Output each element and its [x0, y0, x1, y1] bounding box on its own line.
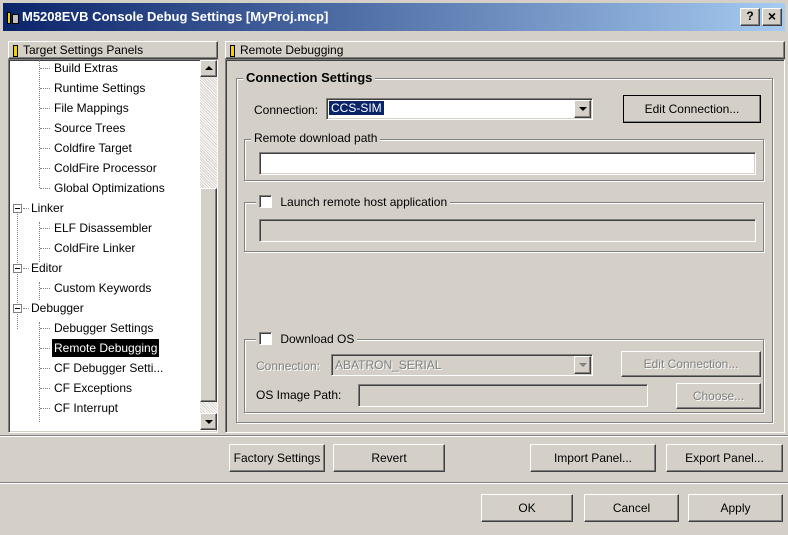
help-icon: ?	[746, 9, 754, 23]
tree-item[interactable]: File Mappings	[9, 98, 197, 118]
launch-remote-check[interactable]	[259, 195, 272, 209]
tree-item[interactable]: Build Extras	[9, 60, 197, 78]
tree-item[interactable]: CF Interrupt	[9, 398, 197, 418]
chevron-down-icon	[205, 420, 213, 424]
window-title: M5208EVB Console Debug Settings [MyProj.…	[22, 9, 329, 24]
download-os-label: Download OS	[280, 331, 355, 346]
left-panel-header: Target Settings Panels	[8, 41, 218, 59]
tree-item[interactable]: Editor	[9, 258, 197, 278]
collapse-icon[interactable]	[13, 204, 22, 213]
left-panel-title: Target Settings Panels	[23, 43, 144, 57]
tree-item-label: ELF Disassembler	[54, 221, 153, 235]
tree-item[interactable]: Debugger Settings	[9, 318, 197, 338]
tree-item[interactable]: Custom Keywords	[9, 278, 197, 298]
panel-header-icon	[230, 45, 235, 57]
chevron-down-icon	[579, 107, 587, 111]
edit-connection-button[interactable]: Edit Connection...	[623, 95, 761, 123]
panel-header-icon	[13, 45, 18, 57]
right-panel-header: Remote Debugging	[225, 41, 785, 59]
tree-item[interactable]: ColdFire Linker	[9, 238, 197, 258]
tree-item-label: ColdFire Linker	[54, 241, 136, 255]
tree-item[interactable]: ELF Disassembler	[9, 218, 197, 238]
settings-tree[interactable]: Build Extras Runtime Settings File Mapping…	[8, 59, 218, 433]
tree-item-label: CF Interrupt	[54, 401, 119, 415]
tree-item-label: Linker	[31, 201, 64, 215]
scroll-thumb[interactable]	[200, 188, 217, 402]
tree-item[interactable]: Remote Debugging	[9, 338, 197, 358]
download-os-check[interactable]	[259, 332, 272, 346]
tree-item-label: ColdFire Processor	[54, 161, 157, 175]
tree-item-label: File Mappings	[54, 101, 129, 115]
cancel-button[interactable]: Cancel	[584, 494, 679, 522]
ok-button[interactable]: OK	[481, 494, 573, 522]
tree-item-label: Editor	[31, 261, 63, 275]
tree-item[interactable]: Runtime Settings	[9, 78, 197, 98]
os-connection-dropdown-button	[574, 356, 591, 374]
os-connection-select: ABATRON_SERIAL	[331, 354, 593, 376]
os-connection-value: ABATRON_SERIAL	[335, 358, 442, 372]
tree-item-label: Custom Keywords	[54, 281, 152, 295]
scroll-up-button[interactable]	[200, 60, 217, 77]
scroll-down-button[interactable]	[200, 413, 217, 430]
choose-button: Choose...	[676, 383, 761, 409]
chevron-down-icon	[579, 363, 587, 367]
os-edit-connection-button: Edit Connection...	[621, 351, 761, 377]
separator	[0, 435, 788, 437]
remote-download-path-input[interactable]	[259, 152, 756, 175]
app-icon	[7, 10, 19, 24]
tree-item[interactable]: Global Optimizations	[9, 178, 197, 198]
tree-item-label: Build Extras	[54, 61, 119, 75]
revert-button[interactable]: Revert	[333, 444, 445, 472]
tree-scrollbar[interactable]	[200, 60, 217, 430]
tree-item-label: Debugger Settings	[54, 321, 154, 335]
connection-settings-title: Connection Settings	[243, 70, 376, 85]
connection-select-value: CCS-SIM	[329, 101, 384, 115]
launch-remote-input	[259, 219, 756, 242]
connection-label: Connection:	[254, 103, 319, 117]
tree-item-label: Global Optimizations	[54, 181, 165, 195]
separator	[0, 482, 788, 484]
download-os-checkbox[interactable]: Download OS	[256, 331, 358, 346]
tree-item[interactable]: Coldfire Target	[9, 138, 197, 158]
tree-item-label: Remote Debugging	[52, 339, 160, 357]
collapse-icon[interactable]	[13, 304, 22, 313]
help-button[interactable]: ?	[740, 8, 760, 26]
launch-remote-checkbox[interactable]: Launch remote host application	[256, 194, 451, 209]
tree-item[interactable]: CF Exceptions	[9, 378, 197, 398]
tree-item-label: CF Debugger Setti...	[54, 361, 164, 375]
connection-dropdown-button[interactable]	[574, 100, 591, 118]
os-connection-label: Connection:	[256, 359, 321, 373]
close-button[interactable]: ×	[762, 8, 782, 26]
tree-item-label: CF Exceptions	[54, 381, 133, 395]
launch-remote-label: Launch remote host application	[280, 194, 448, 209]
tree-item[interactable]: ColdFire Processor	[9, 158, 197, 178]
connection-select[interactable]: CCS-SIM	[326, 98, 593, 120]
close-icon: ×	[767, 8, 777, 24]
remote-download-path-label: Remote download path	[251, 131, 381, 145]
tree-item[interactable]: CF Debugger Setti...	[9, 358, 197, 378]
apply-button[interactable]: Apply	[688, 494, 783, 522]
tree-item[interactable]: Linker	[9, 198, 197, 218]
tree-item[interactable]: Debugger	[9, 298, 197, 318]
os-image-path-input	[358, 384, 648, 407]
collapse-icon[interactable]	[13, 264, 22, 273]
export-panel-button[interactable]: Export Panel...	[666, 444, 783, 472]
right-panel-title: Remote Debugging	[240, 43, 344, 57]
import-panel-button[interactable]: Import Panel...	[530, 444, 656, 472]
tree-item-label: Coldfire Target	[54, 141, 132, 155]
os-image-path-label: OS Image Path:	[256, 388, 342, 402]
tree-item-label: Runtime Settings	[54, 81, 146, 95]
tree-item-label: Debugger	[31, 301, 84, 315]
chevron-up-icon	[205, 66, 213, 70]
title-bar[interactable]: M5208EVB Console Debug Settings [MyProj.…	[0, 0, 788, 34]
right-panel-body: Connection Settings Connection: CCS-SIM …	[225, 59, 785, 433]
tree-item-label: Source Trees	[54, 121, 126, 135]
factory-settings-button[interactable]: Factory Settings	[229, 444, 325, 472]
tree-item[interactable]: Source Trees	[9, 118, 197, 138]
